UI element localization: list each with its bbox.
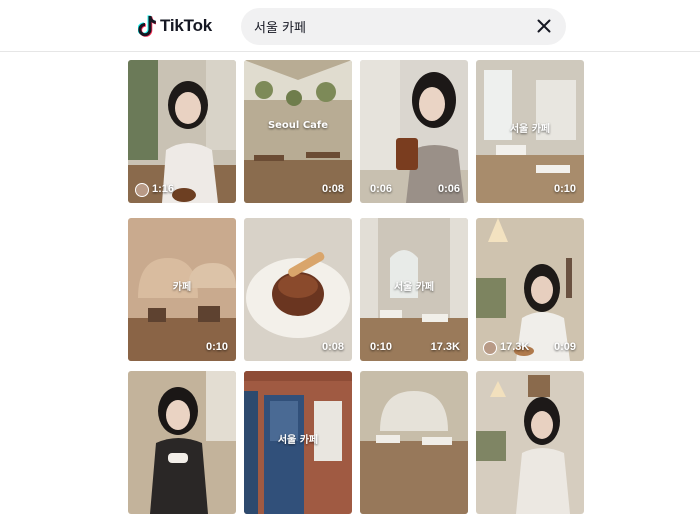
- avatar: [483, 341, 497, 355]
- video-duration: 0:08: [321, 341, 344, 353]
- video-tile[interactable]: [128, 371, 236, 514]
- video-duration: 1:16: [152, 183, 175, 195]
- search-input[interactable]: [254, 19, 514, 34]
- video-tile[interactable]: [360, 371, 468, 514]
- search-bar[interactable]: [241, 8, 566, 45]
- video-caption: 서울 카페: [393, 282, 435, 293]
- close-icon[interactable]: [534, 16, 554, 36]
- video-tile[interactable]: 카페 0:10: [128, 218, 236, 361]
- video-duration: 0:08: [321, 183, 344, 195]
- avatar: [135, 183, 149, 197]
- video-caption: 카페: [172, 282, 192, 293]
- video-caption: 서울 카페: [509, 124, 551, 135]
- video-caption: Seoul Cafe: [267, 120, 329, 131]
- video-thumbnail: [360, 371, 468, 514]
- video-thumbnail: [476, 218, 584, 361]
- top-header: TikTok: [0, 0, 700, 52]
- video-tile[interactable]: 서울 카페 0:10 17.3K: [360, 218, 468, 361]
- like-count: 17.3K: [500, 341, 530, 353]
- video-thumbnail: [128, 371, 236, 514]
- video-duration: 0:10: [553, 183, 576, 195]
- video-duration: 0:09: [553, 341, 576, 353]
- video-thumbnail: [244, 218, 352, 361]
- tiktok-logo-icon: [137, 15, 157, 37]
- video-caption: 서울 카페: [277, 435, 319, 446]
- tiktok-logo[interactable]: TikTok: [137, 14, 213, 38]
- video-thumbnail: [244, 60, 352, 203]
- video-tile[interactable]: 0:06 0:06: [360, 60, 468, 203]
- video-thumbnail: [128, 60, 236, 203]
- video-tile[interactable]: [476, 371, 584, 514]
- like-count: 0:06: [370, 183, 393, 195]
- video-duration: 0:06: [437, 183, 460, 195]
- video-tile[interactable]: 17.3K 0:09: [476, 218, 584, 361]
- video-tile[interactable]: 1:16: [128, 60, 236, 203]
- video-duration: 0:10: [370, 341, 393, 353]
- video-duration: 0:10: [205, 341, 228, 353]
- video-tile[interactable]: 서울 카페 0:10: [476, 60, 584, 203]
- video-thumbnail: [476, 371, 584, 514]
- brand-name: TikTok: [160, 16, 213, 35]
- video-tile[interactable]: 서울 카페: [244, 371, 352, 514]
- video-tile[interactable]: 0:08: [244, 218, 352, 361]
- video-thumbnail: [360, 60, 468, 203]
- like-count: 17.3K: [430, 341, 460, 353]
- video-grid: 1:16 Seoul Cafe 0:08 0:06 0:06 서울 카페 0:1…: [0, 0, 700, 514]
- video-tile[interactable]: Seoul Cafe 0:08: [244, 60, 352, 203]
